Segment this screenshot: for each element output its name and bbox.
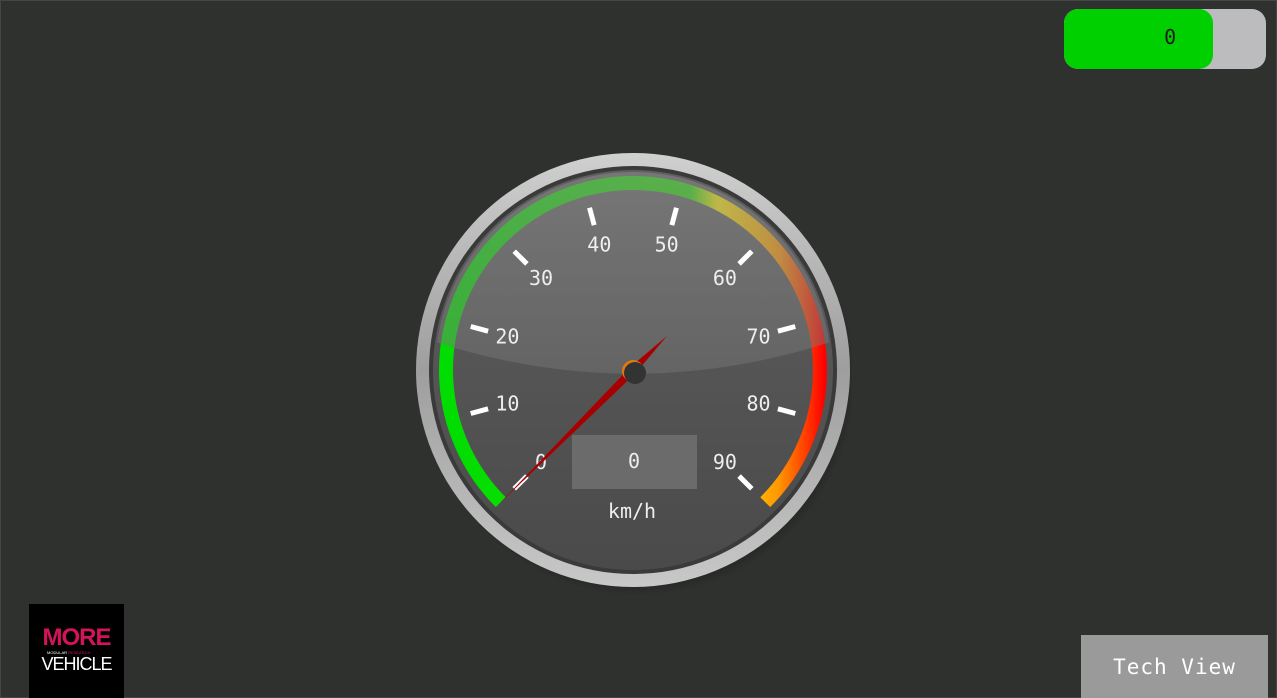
tick-label-80: 80 — [747, 392, 771, 416]
tick-label-60: 60 — [713, 266, 737, 290]
tech-view-button[interactable]: Tech View — [1081, 635, 1268, 698]
toggle-value: 0 — [1164, 25, 1177, 49]
needle-hub — [624, 362, 646, 384]
logo-vehicle-text: VEHICLE — [41, 654, 112, 674]
tick-label-10: 10 — [495, 392, 519, 416]
unit-label: km/h — [608, 499, 656, 523]
tick-label-90: 90 — [713, 450, 737, 474]
tick-label-20: 20 — [495, 324, 519, 348]
speedometer-gauge: 0102030405060708090 0 km/h — [416, 153, 852, 595]
tick-label-50: 50 — [655, 232, 679, 256]
tick-label-40: 40 — [587, 232, 611, 256]
more-vehicle-logo: MORE MODULAR RESEARCH VEHICLE — [29, 604, 124, 698]
speed-readout-value: 0 — [628, 449, 640, 473]
tick-label-70: 70 — [747, 324, 771, 348]
tick-label-30: 30 — [529, 266, 553, 290]
toggle-switch[interactable]: 0 — [1064, 9, 1266, 69]
logo-more-text: MORE — [42, 624, 112, 651]
